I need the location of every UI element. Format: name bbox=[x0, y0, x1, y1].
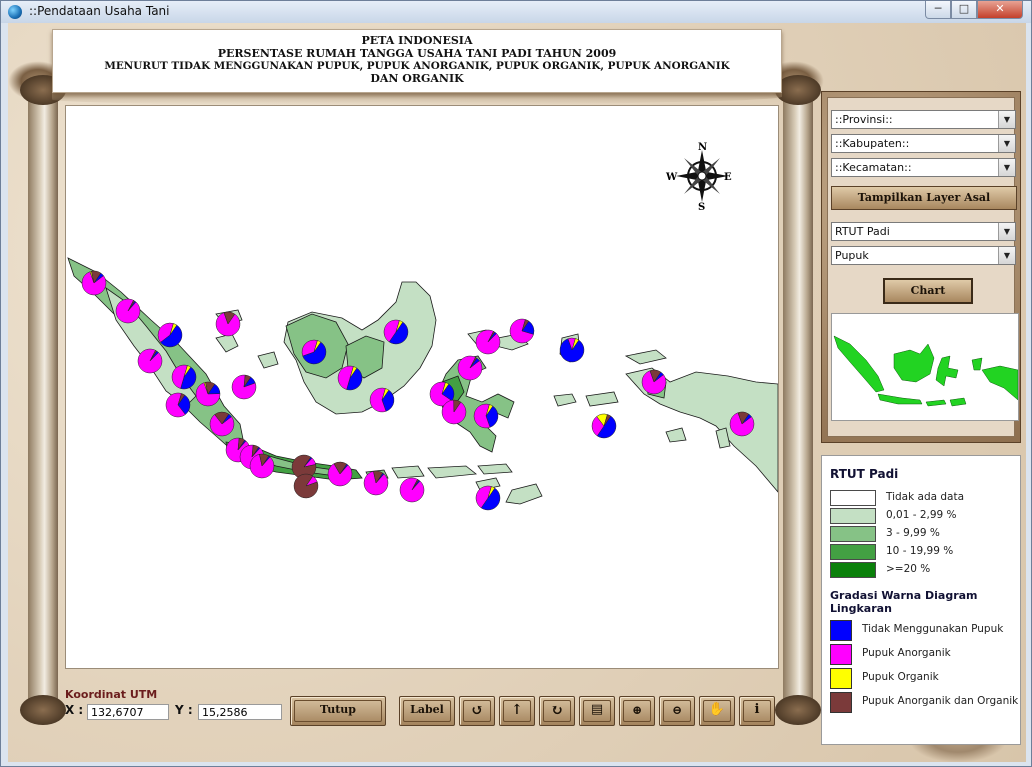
zoom-in-icon: ⊕ bbox=[631, 703, 643, 717]
window-title: ::Pendataan Usaha Tani bbox=[29, 4, 170, 18]
coord-y-field[interactable]: 15,2586 bbox=[198, 704, 282, 720]
indicator-value: RTUT Padi bbox=[835, 225, 890, 238]
close-button[interactable]: Tutup bbox=[290, 696, 386, 726]
legend-swatch bbox=[830, 526, 876, 542]
zoom-out-button[interactable]: ⊖ bbox=[659, 696, 695, 726]
zoom-out-icon: ⊖ bbox=[671, 703, 683, 717]
app-window: ::Pendataan Usaha Tani ─ □ ✕ PETA INDONE… bbox=[0, 0, 1032, 767]
map-title-banner: PETA INDONESIA PERSENTASE RUMAH TANGGA U… bbox=[52, 29, 782, 93]
pie-legend-swatch bbox=[830, 644, 852, 665]
pie-legend-label: Pupuk Organik bbox=[862, 671, 939, 683]
rotate-left-button[interactable]: ↺ bbox=[459, 696, 495, 726]
kecamatan-select[interactable]: ::Kecamatan:: ▼ bbox=[831, 158, 1016, 177]
compass-e: E bbox=[724, 172, 732, 183]
compass-s: S bbox=[698, 202, 705, 213]
pie-legend-swatch bbox=[830, 692, 852, 713]
client-area: PETA INDONESIA PERSENTASE RUMAH TANGGA U… bbox=[8, 23, 1026, 762]
kecamatan-value: ::Kecamatan:: bbox=[835, 161, 912, 174]
info-button[interactable]: i bbox=[739, 696, 775, 726]
label-button[interactable]: Label bbox=[399, 696, 455, 726]
map-canvas[interactable]: N S E W bbox=[65, 105, 779, 669]
legend-title: RTUT Padi bbox=[830, 467, 899, 481]
scroll-roll-left bbox=[28, 88, 58, 708]
print-icon: ▤ bbox=[590, 702, 604, 717]
kabupaten-value: ::Kabupaten:: bbox=[835, 137, 910, 150]
chevron-down-icon[interactable]: ▼ bbox=[998, 111, 1015, 128]
rotate-right-icon: ↻ bbox=[550, 701, 564, 719]
maximize-button[interactable]: □ bbox=[951, 1, 977, 19]
chevron-down-icon[interactable]: ▼ bbox=[998, 223, 1015, 240]
coord-x-label: X : bbox=[65, 703, 84, 717]
indicator-select[interactable]: RTUT Padi ▼ bbox=[831, 222, 1016, 241]
scroll-cap-icon bbox=[775, 695, 821, 725]
filter-panel: ::Provinsi:: ▼ ::Kabupaten:: ▼ ::Kecamatan… bbox=[821, 91, 1021, 443]
chart-button[interactable]: Chart bbox=[883, 278, 973, 304]
map-title: PETA INDONESIA bbox=[361, 34, 473, 47]
map-subtitle: PERSENTASE RUMAH TANGGA USAHA TANI PADI … bbox=[217, 47, 617, 60]
minimize-button[interactable]: ─ bbox=[925, 1, 951, 19]
legend-swatch bbox=[830, 562, 876, 578]
pie-legend-label: Tidak Menggunakan Pupuk bbox=[862, 623, 1004, 635]
scroll-cap-icon bbox=[20, 695, 66, 725]
compass-w: W bbox=[665, 172, 678, 183]
legend-label: 10 - 19,99 % bbox=[886, 545, 954, 557]
pie-legend-label: Pupuk Anorganik dan Organik bbox=[862, 695, 1019, 707]
legend-label: >=20 % bbox=[886, 563, 931, 575]
pan-button[interactable]: ✋ bbox=[699, 696, 735, 726]
legend-label: 3 - 9,99 % bbox=[886, 527, 940, 539]
reset-layer-button[interactable]: Tampilkan Layer Asal bbox=[831, 186, 1017, 210]
zoom-in-button[interactable]: ⊕ bbox=[619, 696, 655, 726]
coordinate-label: Koordinat UTM bbox=[65, 688, 158, 701]
globe-icon bbox=[8, 5, 22, 19]
map-subtitle-3: DAN ORGANIK bbox=[370, 72, 464, 85]
coord-x-field[interactable]: 132,6707 bbox=[87, 704, 169, 720]
pie-legend-swatch bbox=[830, 620, 852, 641]
close-window-button[interactable]: ✕ bbox=[977, 1, 1023, 19]
info-icon: i bbox=[754, 702, 760, 717]
map-subtitle-2: MENURUT TIDAK MENGGUNAKAN PUPUK, PUPUK A… bbox=[104, 60, 730, 72]
print-button[interactable]: ▤ bbox=[579, 696, 615, 726]
hand-pan-icon: ✋ bbox=[708, 702, 726, 717]
up-arrow-icon: ↑ bbox=[511, 702, 523, 718]
category-value: Pupuk bbox=[835, 249, 869, 262]
compass-rose-icon: N S E W bbox=[665, 142, 732, 213]
title-bar[interactable]: ::Pendataan Usaha Tani ─ □ ✕ bbox=[1, 1, 1031, 23]
rotate-right-button[interactable]: ↻ bbox=[539, 696, 575, 726]
legend-swatch bbox=[830, 508, 876, 524]
overview-minimap[interactable] bbox=[831, 313, 1019, 421]
chevron-down-icon[interactable]: ▼ bbox=[998, 135, 1015, 152]
legend-swatch bbox=[830, 544, 876, 560]
pan-up-button[interactable]: ↑ bbox=[499, 696, 535, 726]
chevron-down-icon[interactable]: ▼ bbox=[998, 247, 1015, 264]
provinsi-value: ::Provinsi:: bbox=[835, 113, 893, 126]
label-button-label: Label bbox=[410, 703, 444, 716]
scroll-roll-right bbox=[783, 88, 813, 708]
pie-legend-title: Gradasi Warna Diagram Lingkaran bbox=[830, 589, 978, 615]
kabupaten-select[interactable]: ::Kabupaten:: ▼ bbox=[831, 134, 1016, 153]
map-legend: RTUT Padi Tidak ada data 0,01 - 2,99 % 3 -… bbox=[821, 455, 1021, 745]
legend-label: Tidak ada data bbox=[886, 491, 965, 503]
category-select[interactable]: Pupuk ▼ bbox=[831, 246, 1016, 265]
filter-panel-inner: ::Provinsi:: ▼ ::Kabupaten:: ▼ ::Kecamatan… bbox=[827, 97, 1019, 437]
pie-legend-label: Pupuk Anorganik bbox=[862, 647, 951, 659]
rotate-left-icon: ↺ bbox=[470, 701, 484, 719]
legend-label: 0,01 - 2,99 % bbox=[886, 509, 957, 521]
compass-n: N bbox=[698, 142, 707, 153]
chevron-down-icon[interactable]: ▼ bbox=[998, 159, 1015, 176]
coord-y-label: Y : bbox=[175, 703, 193, 717]
provinsi-select[interactable]: ::Provinsi:: ▼ bbox=[831, 110, 1016, 129]
close-button-label: Tutup bbox=[320, 703, 356, 716]
legend-swatch bbox=[830, 490, 876, 506]
pie-legend-swatch bbox=[830, 668, 852, 689]
